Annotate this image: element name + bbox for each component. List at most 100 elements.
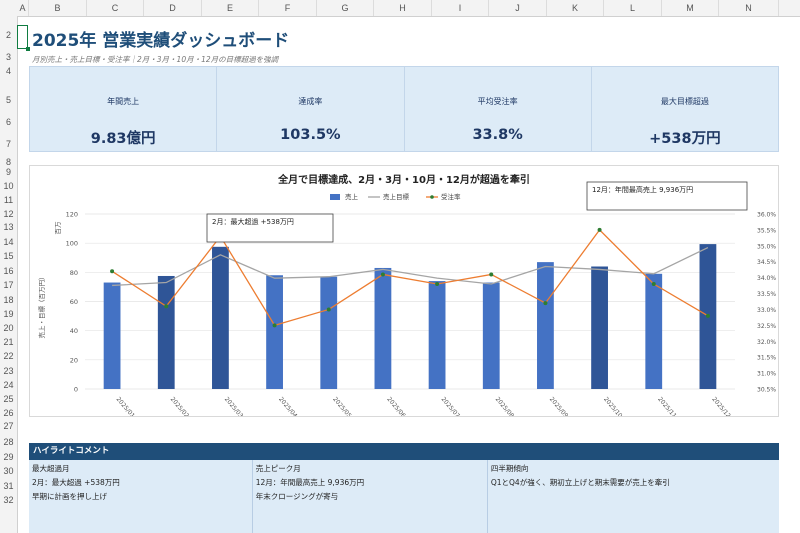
order-rate-point — [272, 323, 277, 328]
highlight-line: 四半期傾向 — [490, 464, 529, 473]
row-header-31[interactable]: 31 — [0, 481, 17, 491]
highlight-col-peak: 売上ピーク月 12月：年間最高売上 9,936万円 年末クロージングが寄与 — [253, 460, 488, 533]
column-header-D[interactable]: D — [144, 0, 202, 16]
sales-bar — [212, 246, 229, 389]
highlight-col-max-over: 最大超過月 2月：最大超過 +538万円 早期に計画を押し上げ — [29, 460, 253, 533]
kpi-value: +538万円 — [649, 131, 721, 147]
order-rate-point — [110, 269, 115, 274]
kpi-max-overachievement: 最大目標超過 +538万円 — [592, 67, 778, 151]
row-header-15[interactable]: 15 — [0, 251, 17, 261]
row-header-bar: 2 3 4 5 6 7 8 9 10 11 12 13 14 15 16 17 18 19 20 21 22 23 24 25… — [0, 16, 18, 533]
x-tick-label: 2025/06 — [385, 396, 407, 416]
order-rate-point — [705, 313, 710, 318]
selected-cell[interactable] — [17, 25, 30, 51]
dashboard-subtitle: 月別売上・売上目標・受注率｜2月・3月・10月・12月の目標超過を強調 — [32, 55, 279, 64]
row-header-26[interactable]: 26 — [0, 408, 17, 418]
y-left-tick: 80 — [70, 269, 78, 277]
kpi-label: 年間売上 — [107, 97, 140, 106]
column-header-J[interactable]: J — [489, 0, 547, 16]
row-header-32[interactable]: 32 — [0, 495, 17, 505]
row-header-24[interactable]: 24 — [0, 380, 17, 390]
column-header-C[interactable]: C — [87, 0, 144, 16]
column-header-G[interactable]: G — [317, 0, 374, 16]
row-header-23[interactable]: 23 — [0, 366, 17, 376]
x-tick-label: 2025/01 — [115, 396, 137, 416]
row-header-21[interactable]: 21 — [0, 337, 17, 347]
order-rate-point — [597, 227, 602, 232]
column-header-A[interactable]: A — [17, 0, 29, 16]
column-header-N[interactable]: N — [719, 0, 779, 16]
row-header-29[interactable]: 29 — [0, 452, 17, 462]
highlight-line: 12月：年間最高売上 9,936万円 — [255, 478, 365, 487]
y-right-tick: 34.0% — [757, 275, 776, 282]
column-header-L[interactable]: L — [604, 0, 662, 16]
kpi-avg-order-rate: 平均受注率 33.8% — [405, 67, 592, 151]
x-tick-label: 2025/03 — [223, 396, 245, 416]
y-left-tick: 120 — [66, 211, 78, 219]
row-header-30[interactable]: 30 — [0, 466, 17, 476]
row-header-19[interactable]: 19 — [0, 309, 17, 319]
column-header-B[interactable]: B — [29, 0, 87, 16]
x-tick-label: 2025/02 — [169, 396, 191, 416]
column-header-bar: ABCDEFGHIJKLMN — [0, 0, 800, 17]
row-header-11[interactable]: 11 — [0, 195, 17, 205]
row-header-8[interactable]: 8 — [0, 157, 17, 167]
y-left-tick: 60 — [70, 298, 78, 306]
row-header-9[interactable]: 9 — [0, 167, 17, 177]
row-header-27[interactable]: 27 — [0, 421, 17, 431]
row-header-13[interactable]: 13 — [0, 222, 17, 232]
column-header-E[interactable]: E — [202, 0, 259, 16]
row-header-10[interactable]: 10 — [0, 181, 17, 191]
row-header-25[interactable]: 25 — [0, 394, 17, 404]
row-header-2[interactable]: 2 — [0, 30, 17, 40]
legend-label: 受注率 — [441, 192, 461, 201]
column-header-H[interactable]: H — [374, 0, 432, 16]
annotation-feb-text: 2月：最大超過 +538万円 — [212, 217, 294, 226]
row-header-16[interactable]: 16 — [0, 266, 17, 276]
row-header-12[interactable]: 12 — [0, 209, 17, 219]
y-right-tick: 35.0% — [757, 243, 776, 250]
row-header-22[interactable]: 22 — [0, 351, 17, 361]
chart-legend: 売上 売上目標 受注率 — [330, 192, 461, 201]
order-rate-point — [651, 282, 656, 286]
row-header-4[interactable]: 4 — [0, 66, 17, 76]
y-left-tick: 20 — [70, 356, 78, 364]
kpi-label: 達成率 — [298, 97, 323, 106]
sales-bar — [103, 282, 121, 389]
y-right-tick: 36.0% — [757, 212, 776, 219]
sales-chart[interactable]: 全月で目標達成、2月・3月・10月・12月が超過を牽引 売上 売上目標 受注率 百万… — [29, 165, 779, 420]
annotation-feb: 2月：最大超過 +538万円 — [206, 213, 334, 243]
row-header-14[interactable]: 14 — [0, 237, 17, 247]
order-rate-point — [164, 304, 169, 309]
row-header-17[interactable]: 17 — [0, 280, 17, 290]
sales-bar — [266, 275, 283, 389]
x-tick-label: 2025/10 — [602, 396, 624, 416]
kpi-value: 33.8% — [472, 127, 523, 143]
row-header-7[interactable]: 7 — [0, 139, 17, 149]
column-header-F[interactable]: F — [259, 0, 317, 16]
row-header-3[interactable]: 3 — [0, 52, 17, 62]
highlight-line: Q1とQ4が強く、期初立上げと期末需要が売上を牽引 — [490, 478, 670, 487]
sales-bar — [374, 267, 392, 389]
highlight-line: 年末クロージングが寄与 — [255, 492, 339, 501]
row-header-6[interactable]: 6 — [0, 117, 17, 127]
legend-label: 売上目標 — [383, 192, 410, 201]
legend-label: 売上 — [345, 192, 359, 201]
column-header-I[interactable]: I — [432, 0, 489, 16]
order-rate-point — [326, 307, 331, 312]
y-right-tick: 31.0% — [757, 371, 776, 378]
y-right-tick: 33.0% — [757, 307, 776, 314]
kpi-label: 最大目標超過 — [660, 97, 709, 106]
y-right-tick: 31.5% — [757, 355, 776, 362]
x-tick-label: 2025/08 — [494, 396, 516, 416]
kpi-value: 9.83億円 — [90, 131, 156, 147]
row-header-20[interactable]: 20 — [0, 323, 17, 333]
order-rate-point — [435, 282, 440, 286]
column-header-M[interactable]: M — [662, 0, 719, 16]
column-header-K[interactable]: K — [547, 0, 604, 16]
row-header-28[interactable]: 28 — [0, 437, 17, 447]
sales-bar — [157, 275, 175, 389]
sales-bar — [591, 266, 608, 389]
row-header-5[interactable]: 5 — [0, 95, 17, 105]
row-header-18[interactable]: 18 — [0, 295, 17, 305]
